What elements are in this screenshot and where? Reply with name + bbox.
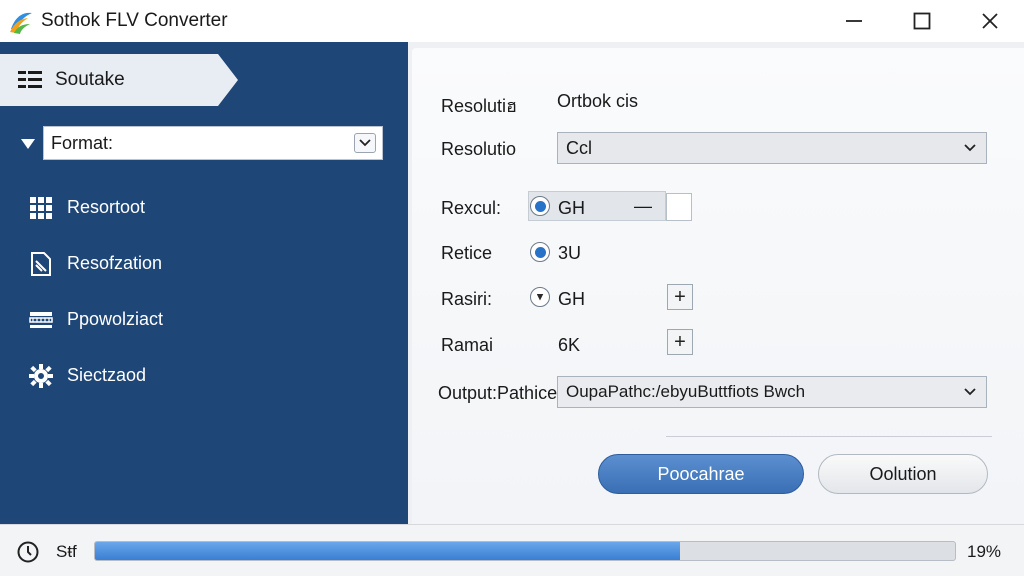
resolution-select-label: Resolutio [441,139,517,159]
sidebar-item-ppowolziact[interactable]: Ppowolziact [0,298,408,342]
progress-bar [94,541,956,561]
clock-icon [17,541,39,563]
sidebar-item-resofzation[interactable]: Resofzation [0,242,408,286]
list-icon [18,71,42,88]
format-dropdown-button[interactable] [354,133,376,153]
resolution-select-value: Ccl [566,137,592,158]
radio-dot [536,293,544,301]
format-select[interactable]: Format: [43,126,383,160]
window-title: Sothok FLV Converter [41,10,228,31]
rexcul-label: Rexcul: [441,198,502,218]
output-path-value: OupaPathc:/ebyuButtfiots Bwch [566,382,806,401]
retice-label: Retice [441,243,493,263]
status-bar: Sŧf 19% [0,524,1024,576]
sidebar-item-active[interactable]: Soutake [0,54,238,106]
resolution-value: Ortbok cis [557,91,639,111]
rexcul-dash: — [634,196,652,216]
chevron-down-icon [964,388,976,396]
plus-icon: + [674,330,686,353]
minimize-icon [846,20,862,22]
close-button[interactable] [956,0,1024,42]
maximize-icon [913,12,931,30]
sidebar: Soutake Format: Resortoot Resofzation Pp… [0,42,408,524]
minimize-button[interactable] [820,0,888,42]
sidebar-item-label: Siectzaod [67,365,147,385]
document-icon [31,252,51,276]
rasiri-label: Rasiri: [441,289,493,309]
resolution-label: Resolutiฮ [441,96,518,116]
sidebar-item-label: Ppowolziact [67,309,164,329]
ramai-value: 6K [558,335,581,355]
format-row: Format: [0,124,408,164]
retice-option: 3U [558,243,582,263]
grid-icon [30,197,52,219]
sidebar-item-label: Resortoot [67,197,146,217]
resolution-select[interactable]: Ccl [557,132,987,164]
gear-icon [29,364,53,388]
rexcul-input[interactable] [666,193,692,221]
plus-icon: + [674,285,686,308]
radio-dot [534,246,546,258]
app-logo-icon [10,12,32,34]
retice-radio[interactable] [530,242,550,262]
divider [666,436,992,437]
format-select-label: Format: [51,132,114,153]
chevron-down-icon [359,139,371,147]
secondary-action-button[interactable]: Oolution [818,454,988,494]
close-icon [982,13,998,29]
sidebar-item-active-label: Soutake [55,69,125,90]
output-path-select[interactable]: OupaPathc:/ebyuButtfiots Bwch [557,376,987,408]
progress-fill [95,542,680,560]
rexcul-option: GH [558,198,585,218]
maximize-button[interactable] [888,0,956,42]
primary-action-button[interactable]: Poocahrae [598,454,804,494]
status-label: Sŧf [56,542,77,561]
sidebar-item-siectzaod[interactable]: Siectzaod [0,354,408,398]
status-percent: 19% [967,542,1002,561]
output-path-label: Output:Pathice [438,383,558,403]
rasiri-radio[interactable] [530,287,550,307]
chevron-down-icon [964,144,976,152]
rasiri-option: GH [558,289,585,309]
rexcul-radio[interactable] [530,196,550,216]
sidebar-item-label: Resofzation [67,253,163,273]
ramai-add-button[interactable]: + [667,329,693,355]
sidebar-item-resortoot[interactable]: Resortoot [0,186,408,230]
rasiri-add-button[interactable]: + [667,284,693,310]
ruler-icon [29,312,53,328]
ramai-label: Ramai [441,335,494,355]
title-bar: Sothok FLV Converter [0,0,1024,42]
caret-down-icon[interactable] [20,138,36,150]
radio-dot [534,200,546,212]
